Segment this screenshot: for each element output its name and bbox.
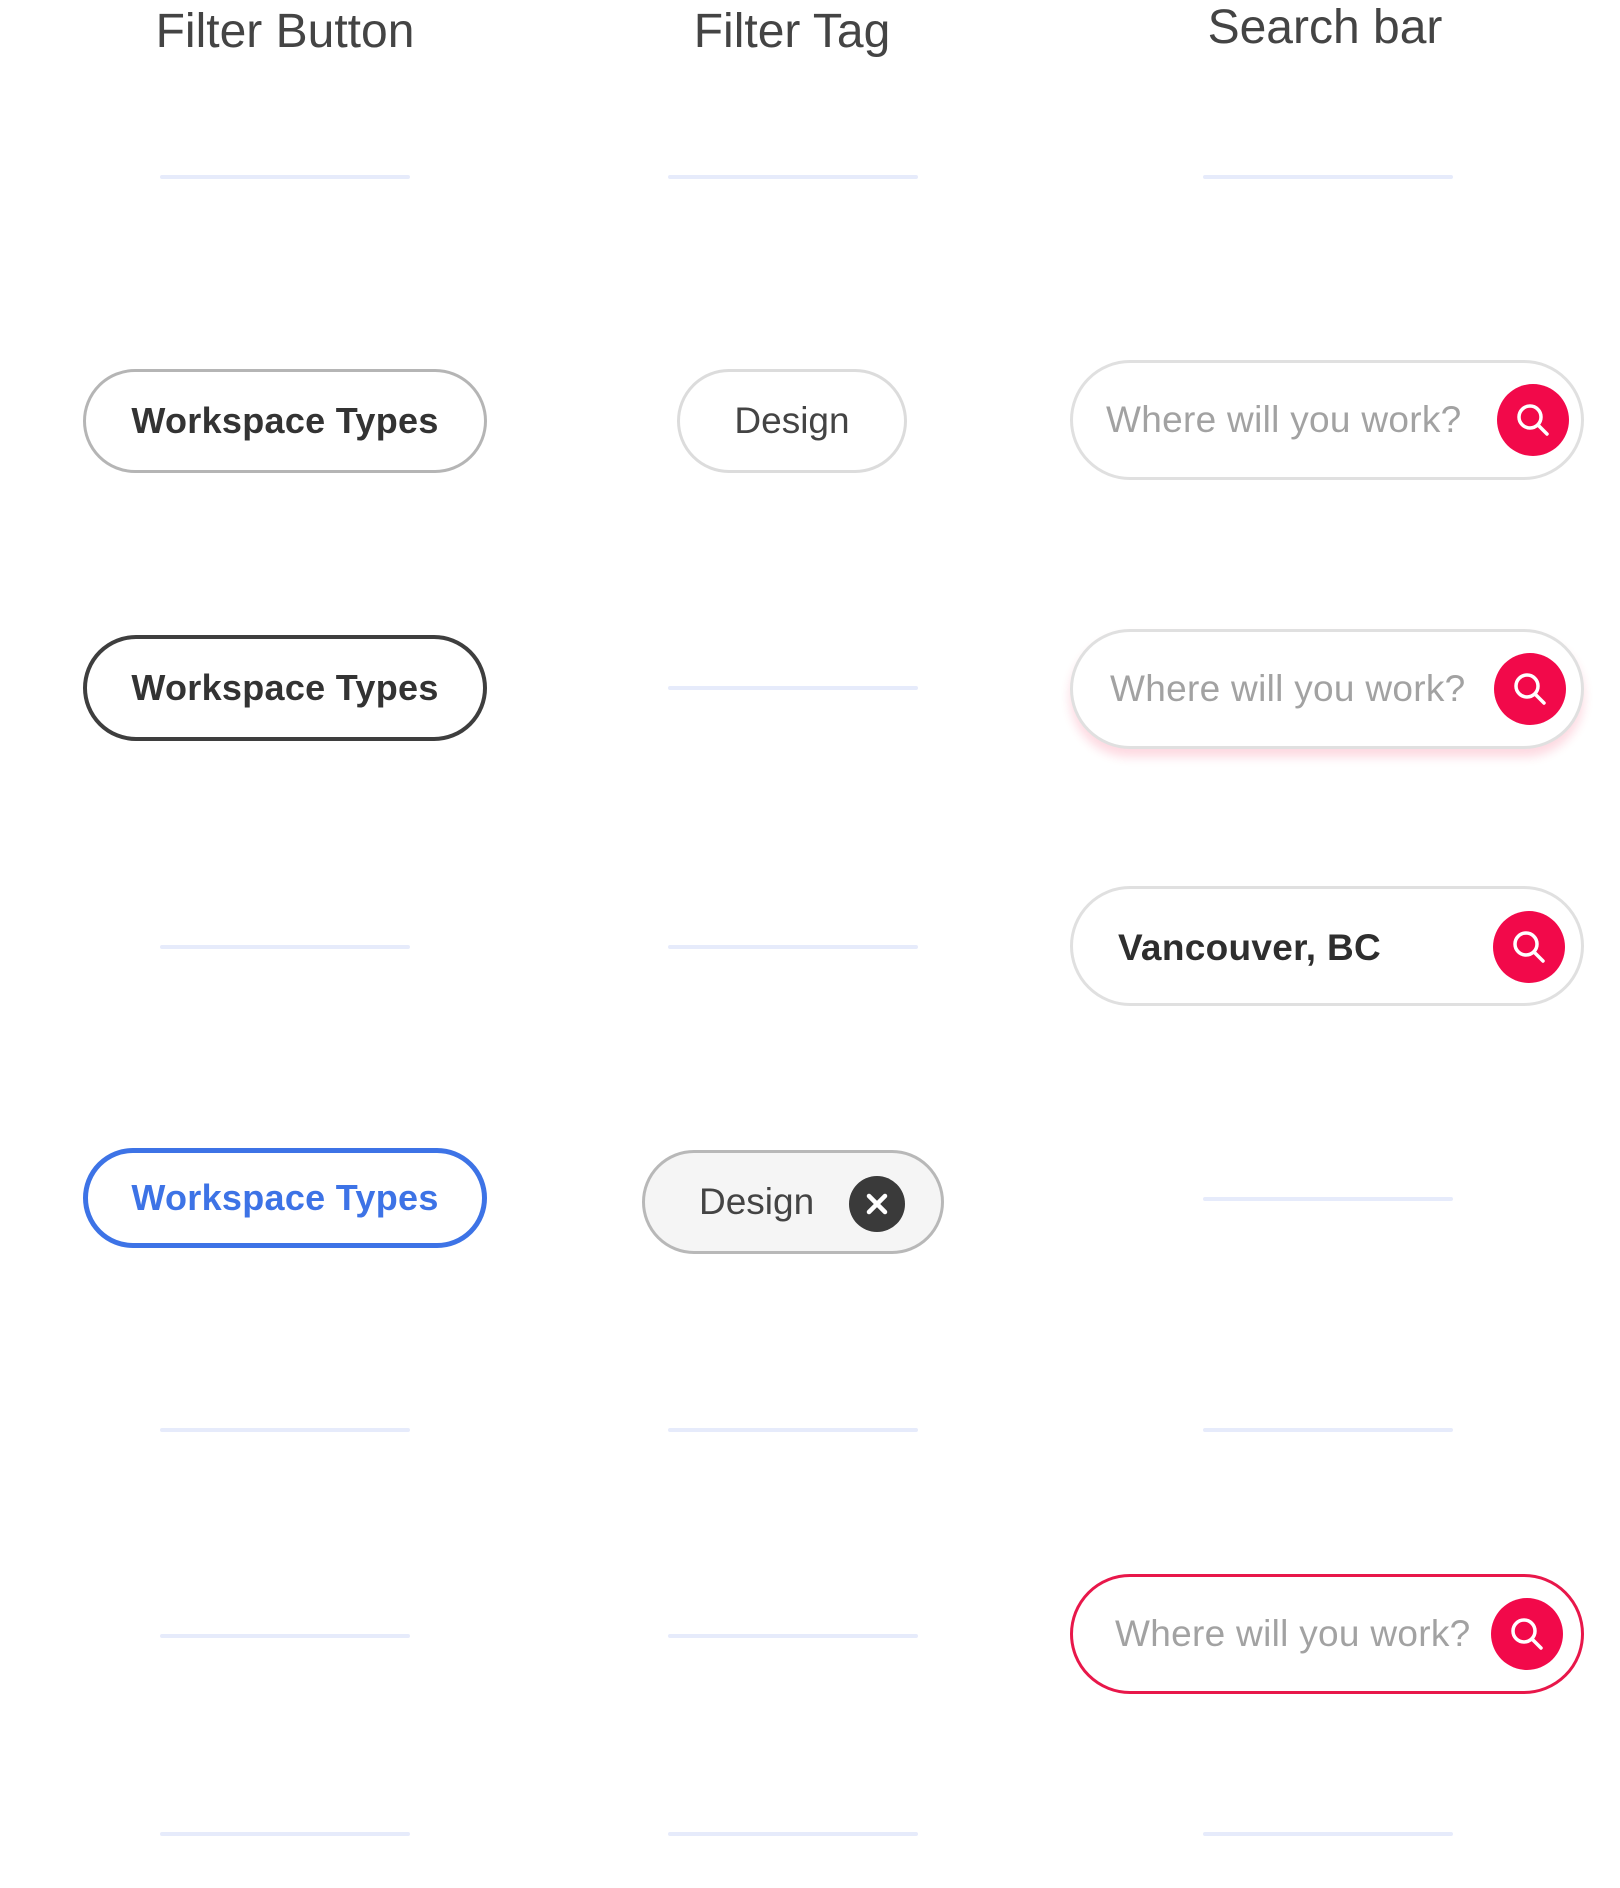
divider xyxy=(160,1634,410,1638)
divider xyxy=(668,175,918,179)
divider xyxy=(668,1832,918,1836)
divider xyxy=(160,175,410,179)
filter-button-hover[interactable]: Workspace Types xyxy=(83,635,487,741)
divider xyxy=(1203,1428,1453,1432)
search-bar-hover[interactable]: Where will you work? xyxy=(1070,629,1584,749)
divider xyxy=(160,945,410,949)
search-button[interactable] xyxy=(1493,911,1565,983)
divider xyxy=(668,1428,918,1432)
divider xyxy=(160,1832,410,1836)
filter-button-label: Workspace Types xyxy=(131,400,439,441)
search-bar-filled[interactable]: Vancouver, BC xyxy=(1070,886,1584,1006)
search-bar-default[interactable]: Where will you work? xyxy=(1070,360,1584,480)
filter-button-column-title: Filter Button xyxy=(155,5,415,58)
divider xyxy=(668,686,918,690)
filter-button-active[interactable]: Workspace Types xyxy=(83,1148,487,1248)
search-icon xyxy=(1511,1618,1543,1650)
filter-tag-label: Design xyxy=(699,1181,815,1222)
search-bar-column-title: Search bar xyxy=(1207,1,1443,54)
filter-tag-label: Design xyxy=(734,400,850,441)
divider xyxy=(160,1428,410,1432)
search-input-placeholder[interactable]: Where will you work? xyxy=(1110,668,1466,710)
search-button[interactable] xyxy=(1491,1598,1563,1670)
divider xyxy=(668,945,918,949)
divider xyxy=(1203,1197,1453,1201)
search-button[interactable] xyxy=(1497,384,1569,456)
filter-tag-default[interactable]: Design xyxy=(677,369,907,473)
divider xyxy=(668,1634,918,1638)
search-input-value[interactable]: Vancouver, BC xyxy=(1118,927,1381,969)
divider xyxy=(1203,175,1453,179)
search-button[interactable] xyxy=(1494,653,1566,725)
divider xyxy=(1203,1832,1453,1836)
search-bar-error[interactable]: Where will you work? xyxy=(1070,1574,1584,1694)
filter-tag-column-title: Filter Tag xyxy=(693,5,891,58)
filter-button-default[interactable]: Workspace Types xyxy=(83,369,487,473)
search-input-placeholder[interactable]: Where will you work? xyxy=(1106,399,1462,441)
filter-tag-selected[interactable]: Design xyxy=(642,1150,944,1254)
filter-button-label: Workspace Types xyxy=(131,667,439,708)
search-input-placeholder[interactable]: Where will you work? xyxy=(1115,1613,1471,1655)
close-icon[interactable] xyxy=(849,1176,905,1232)
search-icon xyxy=(1513,931,1545,963)
filter-button-label: Workspace Types xyxy=(131,1177,439,1218)
search-icon xyxy=(1514,673,1546,705)
search-icon xyxy=(1517,404,1549,436)
